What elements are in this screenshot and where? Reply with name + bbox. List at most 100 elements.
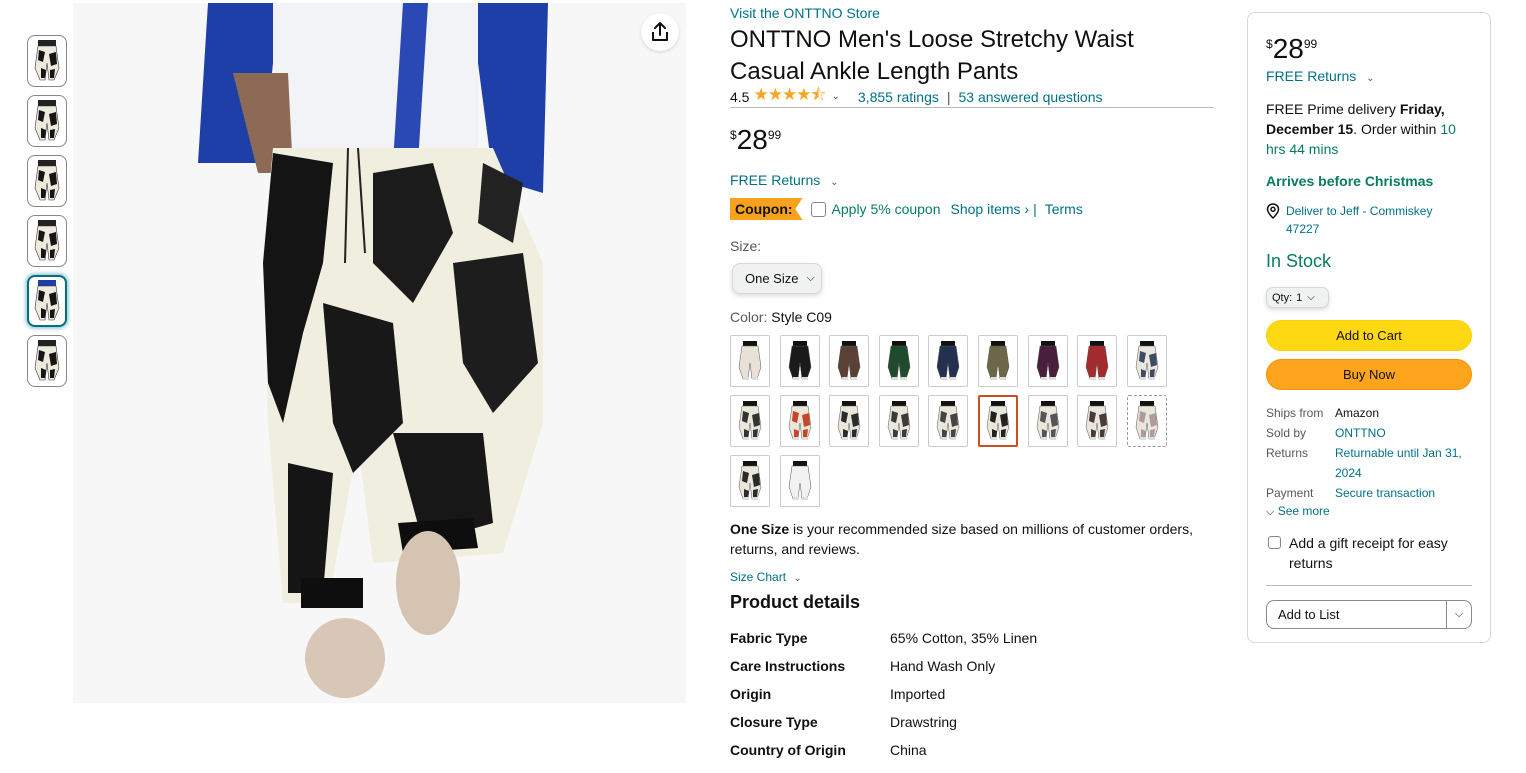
swatch-image [986,341,1010,380]
color-swatch[interactable] [779,335,820,387]
thumbnail-image [34,280,60,321]
details-key: Country of Origin [730,742,846,758]
share-button[interactable] [641,13,679,51]
color-value: Style C09 [771,309,832,325]
color-swatch[interactable] [928,335,969,387]
details-key: Closure Type [730,714,818,730]
star-rating-icon[interactable]: ★★★★⯪ [753,82,826,111]
color-swatch[interactable] [779,395,820,447]
separator: | [946,88,951,105]
chevron-down-icon: ⌄ [1366,73,1375,84]
rating-value: 4.5 [730,88,750,105]
coupon-row: Coupon: Apply 5% coupon Shop items › | T… [730,198,1083,220]
thumbnail[interactable] [27,95,67,147]
product-price: $ 28 99 [730,124,781,156]
add-to-list-button[interactable]: Add to List ⌵ [1266,600,1472,629]
color-swatch[interactable] [730,455,770,507]
buy-now-button[interactable]: Buy Now [1266,359,1472,390]
see-more-label[interactable]: See more [1278,504,1330,518]
color-swatch[interactable] [829,335,870,387]
swatch-image [1135,401,1159,440]
main-product-image[interactable] [73,3,686,703]
color-label-text: Color: [730,309,768,325]
size-value: One Size [745,271,799,286]
color-swatch[interactable] [1027,395,1068,447]
swatch-image [1036,401,1059,440]
product-details-table: Fabric Type 65% Cotton, 35% Linen Care Ins… [730,630,1214,770]
quantity-dropdown[interactable]: Qty: 1 ⌵ [1266,287,1329,308]
swatch-image [937,341,960,380]
swatch-image [738,401,762,440]
color-swatch[interactable] [730,395,770,447]
add-to-list-label[interactable]: Add to List [1267,607,1446,622]
size-recommendation: One Size is your recommended size based … [730,519,1214,559]
color-swatch[interactable] [978,335,1018,387]
size-dropdown[interactable]: One Size ⌵ [732,263,822,294]
thumbnail[interactable] [27,35,67,87]
chevron-down-icon: ⌄ [793,573,802,584]
deliver-to-link[interactable]: Deliver to Jeff - Commiskey 47227 [1266,202,1456,238]
seller-info-value[interactable]: Returnable until Jan 31, 2024 [1335,443,1476,483]
swatch-image [738,461,762,500]
free-returns-label[interactable]: FREE Returns [730,172,820,188]
color-swatch[interactable] [779,455,820,507]
details-value: Imported [890,686,946,702]
color-swatch[interactable] [1077,335,1118,387]
see-more-link[interactable]: ⌵ See more [1266,504,1330,519]
thumbnail[interactable] [27,215,67,267]
seller-info-value[interactable]: ONTTNO [1335,423,1476,443]
color-swatch[interactable] [1077,395,1118,447]
thumbnail[interactable] [27,155,67,207]
swatch-image [837,341,861,380]
size-chart-link[interactable]: Size Chart ⌄ [730,570,802,584]
chevron-down-icon[interactable]: ⌵ [1446,601,1471,628]
coupon-text[interactable]: Apply 5% coupon [832,201,941,217]
buybox-free-returns[interactable]: FREE Returns ⌄ [1266,68,1375,84]
coupon-badge: Coupon: [730,198,803,220]
color-swatch[interactable] [829,395,870,447]
swatch-image [887,341,911,380]
deliver-to-text[interactable]: Deliver to Jeff - Commiskey 47227 [1286,202,1456,238]
color-swatch[interactable] [928,395,969,447]
store-link[interactable]: Visit the ONTTNO Store [730,5,880,21]
color-swatch[interactable] [1027,335,1068,387]
coupon-separator: | [1033,201,1037,217]
seller-info-key: Payment [1266,486,1314,500]
color-swatch[interactable] [1126,395,1167,447]
color-swatch[interactable] [1126,335,1167,387]
terms-link[interactable]: Terms [1045,201,1083,217]
seller-info-value[interactable]: Secure transaction [1335,483,1476,503]
color-swatch[interactable] [878,395,919,447]
coupon-checkbox[interactable] [810,201,826,217]
size-chart-label[interactable]: Size Chart [730,570,786,584]
gift-receipt-checkbox[interactable] [1268,536,1281,549]
chevron-down-icon[interactable]: ⌄ [832,91,840,102]
thumbnail-image [34,340,60,381]
gift-receipt-label: Add a gift receipt for easy returns [1289,535,1448,571]
chevron-down-icon: ⌄ [830,177,839,188]
seller-info-row: Sold by ONTTNO [1266,423,1476,443]
details-row: Origin Imported [730,686,1214,714]
price-whole: 28 [1272,33,1304,64]
price-fraction: 99 [767,128,782,142]
chevron-down-icon: ⌵ [1266,506,1275,518]
product-photo [73,3,686,703]
gift-receipt-option[interactable]: Add a gift receipt for easy returns [1268,533,1468,573]
color-swatch[interactable] [878,335,919,387]
chevron-down-icon: ⌵ [1307,292,1315,303]
add-to-cart-button[interactable]: Add to Cart [1266,320,1472,351]
details-row: Closure Type Drawstring [730,714,1214,742]
color-swatch[interactable] [730,335,770,387]
swatch-image [837,401,861,440]
seller-info-key: Returns [1266,446,1309,460]
free-returns-link[interactable]: FREE Returns ⌄ [730,172,839,188]
color-swatch[interactable] [978,395,1018,447]
shop-items-link[interactable]: Shop items › [951,201,1030,217]
free-returns-label[interactable]: FREE Returns [1266,68,1356,84]
thumbnail[interactable] [27,335,67,387]
buybox-price: $ 28 99 [1266,33,1317,65]
ratings-count-link[interactable]: 3,855 ratings [858,89,939,105]
answered-questions-link[interactable]: 53 answered questions [959,89,1103,105]
thumbnail[interactable] [27,275,67,327]
swatch-image [1085,341,1109,380]
